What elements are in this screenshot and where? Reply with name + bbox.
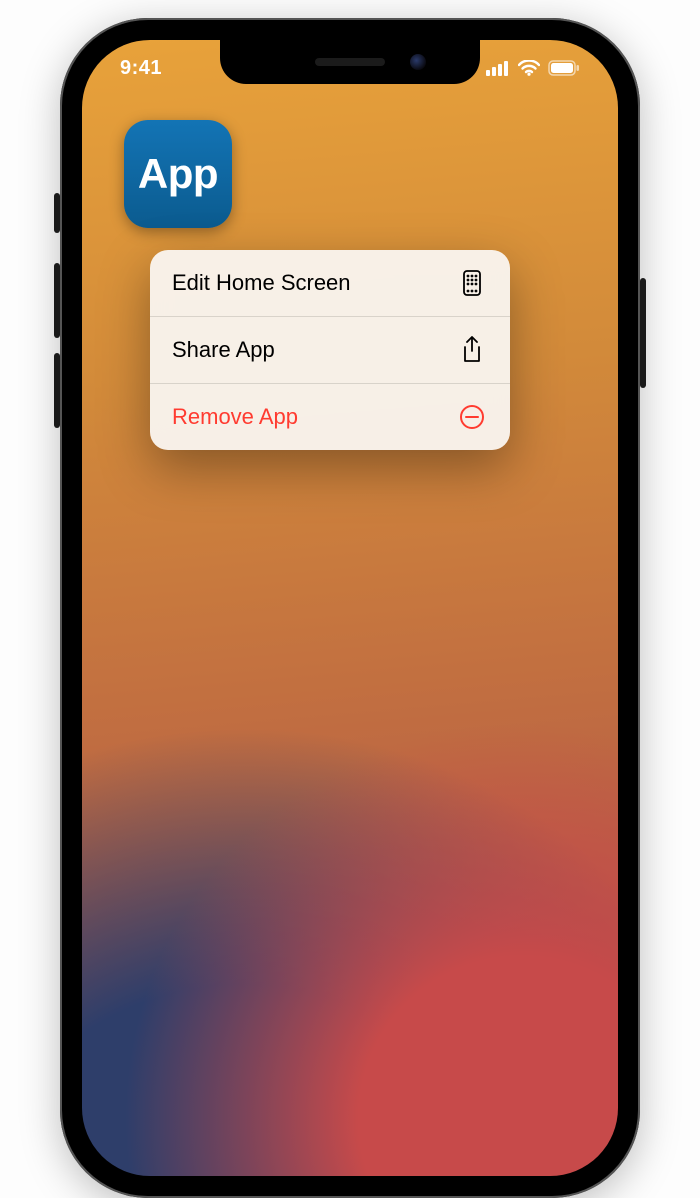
menu-item-remove-app[interactable]: Remove App — [150, 384, 510, 450]
app-icon-label: App — [138, 150, 218, 198]
menu-item-label: Share App — [172, 337, 275, 363]
menu-item-label: Remove App — [172, 404, 298, 430]
app-icon[interactable]: App — [124, 120, 232, 228]
wifi-icon — [518, 60, 540, 76]
status-time: 9:41 — [120, 57, 162, 80]
menu-item-edit-home-screen[interactable]: Edit Home Screen — [150, 250, 510, 317]
battery-icon — [548, 60, 580, 76]
volume-down-button — [54, 353, 60, 428]
share-icon — [458, 336, 486, 364]
menu-item-share-app[interactable]: Share App — [150, 317, 510, 384]
context-menu: Edit Home Screen Share App — [150, 250, 510, 450]
volume-up-button — [54, 263, 60, 338]
menu-item-label: Edit Home Screen — [172, 270, 351, 296]
mute-switch — [54, 193, 60, 233]
side-button — [640, 278, 646, 388]
iphone-frame: 9:41 — [60, 18, 640, 1198]
iphone-screen: 9:41 — [82, 40, 618, 1176]
status-bar: 9:41 — [82, 54, 618, 82]
cellular-icon — [486, 60, 510, 76]
remove-icon — [458, 403, 486, 431]
status-indicators — [486, 60, 580, 76]
home-screen-icon — [458, 269, 486, 297]
